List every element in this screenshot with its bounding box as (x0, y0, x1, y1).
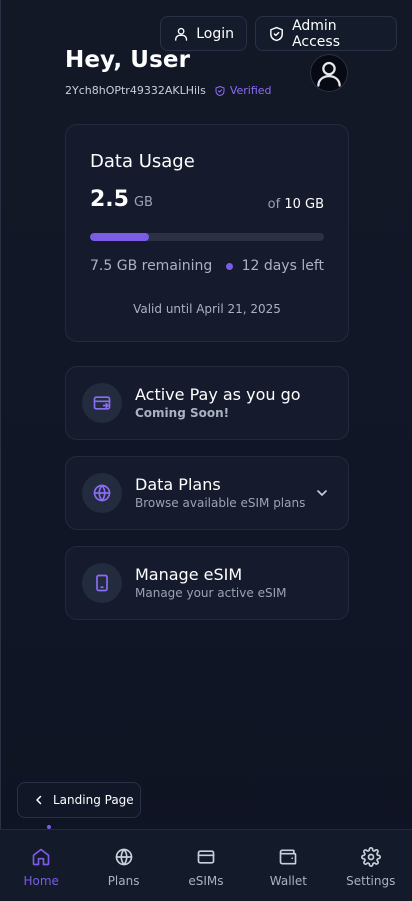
pay-as-you-go-card[interactable]: Active Pay as you go Coming Soon! (65, 366, 349, 440)
usage-progress-fill (90, 233, 149, 241)
landing-page-label: Landing Page (53, 793, 134, 807)
user-id-row: 2Ych8hOPtr49332AKLHils Verified (65, 84, 272, 97)
landing-page-button[interactable]: Landing Page (17, 782, 141, 818)
menu-title-pay: Active Pay as you go (135, 385, 301, 404)
user-icon (175, 27, 188, 41)
valid-until-text: Valid until April 21, 2025 (133, 302, 281, 316)
verified-shield-icon (215, 85, 225, 96)
menu-title-plans: Data Plans (135, 475, 221, 494)
admin-access-button[interactable]: Admin Access (255, 16, 397, 51)
status-dot (225, 262, 233, 270)
menu-title-esim: Manage eSIM (135, 565, 243, 584)
phone-icon-wrap (82, 563, 122, 603)
globe-icon (93, 484, 111, 502)
menu-subtitle-pay: Coming Soon! (135, 406, 230, 420)
usage-amount: 2.5 GB (90, 187, 153, 212)
menu-subtitle-esim: Manage your active eSIM (135, 586, 287, 600)
nav-home-label: Home (23, 874, 59, 888)
nav-home[interactable]: Home (2, 847, 80, 888)
data-usage-card: Data Usage 2.5 GB of 10 GB 7.5 GB remain… (65, 124, 349, 342)
nav-wallet[interactable]: Wallet (249, 847, 327, 888)
manage-esim-card[interactable]: Manage eSIM Manage your active eSIM (65, 546, 349, 620)
wallet-icon (280, 849, 297, 865)
days-left: 12 days left (225, 258, 324, 274)
greeting-title: Hey, User (65, 47, 191, 73)
user-avatar-icon (317, 61, 341, 87)
card-transfer-icon-wrap (82, 383, 122, 423)
nav-esims[interactable]: eSIMs (167, 847, 245, 888)
data-plans-card[interactable]: Data Plans Browse available eSIM plans (65, 456, 349, 530)
nav-plans[interactable]: Plans (85, 847, 163, 888)
globe-icon (115, 848, 132, 866)
remaining-text: 7.5 GB remaining (90, 258, 213, 274)
shield-check-icon (270, 26, 283, 41)
card-transfer-icon (93, 396, 111, 410)
usage-title: Data Usage (90, 151, 195, 172)
nav-esims-label: eSIMs (188, 874, 224, 888)
verified-label: Verified (229, 84, 272, 97)
usage-progress-bar (90, 233, 324, 241)
verified-badge: Verified (214, 84, 272, 97)
login-label: Login (196, 25, 234, 42)
phone-icon (96, 574, 108, 592)
used-unit: GB (133, 195, 153, 210)
days-left-text: 12 days left (241, 258, 324, 274)
chevron-down-icon[interactable] (314, 485, 330, 501)
usage-total: of 10 GB (268, 197, 324, 212)
nav-wallet-label: Wallet (269, 874, 307, 888)
gear-icon (360, 847, 381, 867)
chevron-left-icon (36, 795, 42, 805)
globe-icon-wrap (82, 473, 122, 513)
nav-settings-label: Settings (346, 874, 396, 888)
bottom-nav: Home Plans eSIMs Wallet Settings (0, 829, 412, 901)
card-icon (197, 850, 215, 864)
user-id: 2Ych8hOPtr49332AKLHils (65, 84, 206, 97)
nav-settings[interactable]: Settings (332, 847, 410, 888)
total-value: 10 GB (284, 197, 324, 212)
home-icon (32, 848, 50, 866)
frame-border (0, 0, 1, 901)
menu-subtitle-plans: Browse available eSIM plans (135, 496, 306, 510)
avatar[interactable] (310, 54, 348, 92)
nav-plans-label: Plans (107, 874, 140, 888)
total-prefix: of (267, 197, 281, 212)
login-button[interactable]: Login (160, 16, 247, 51)
admin-label: Admin Access (292, 17, 340, 50)
used-value: 2.5 (90, 187, 129, 212)
